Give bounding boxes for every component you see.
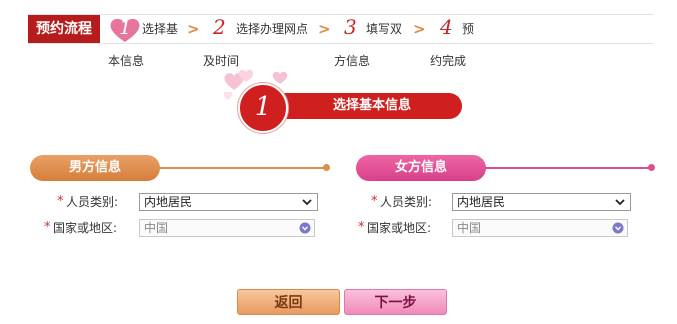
step-4-label-cont: 约完成 xyxy=(430,54,467,68)
chevron-down-icon xyxy=(615,199,625,206)
step-2-number: 2 xyxy=(213,15,226,39)
required-mark: * xyxy=(57,194,64,209)
female-person-type-value: 内地居民 xyxy=(457,195,506,209)
required-mark: * xyxy=(358,220,365,235)
step-arrow: > xyxy=(318,20,331,38)
male-person-type-value: 内地居民 xyxy=(144,195,193,209)
male-section-header: 男方信息 xyxy=(30,155,160,181)
male-person-type-select[interactable]: 内地居民 xyxy=(139,193,318,211)
female-region-label: 国家或地区: xyxy=(367,221,432,235)
female-header-dot xyxy=(648,164,655,171)
required-mark: * xyxy=(371,194,378,209)
male-region-label: 国家或地区: xyxy=(53,221,118,235)
step-1-number: 1 xyxy=(119,15,132,39)
step-banner-number: 1 xyxy=(238,83,288,133)
flow-title: 预约流程 xyxy=(28,15,100,43)
female-section-header: 女方信息 xyxy=(356,155,486,181)
next-step-button[interactable]: 下一步 xyxy=(344,289,447,315)
female-person-type-select[interactable]: 内地居民 xyxy=(452,193,631,211)
step-2-label: 选择办理网点 xyxy=(236,22,309,36)
male-header-line xyxy=(158,167,326,169)
dropdown-circle-icon xyxy=(612,222,624,234)
step-4-label: 预 xyxy=(462,22,475,36)
step-banner-title: 选择基本信息 xyxy=(262,93,462,119)
back-button[interactable]: 返回 xyxy=(237,289,340,315)
male-region-combo[interactable]: 中国 xyxy=(139,219,315,237)
step-3-number: 3 xyxy=(344,15,357,39)
step-3-label-cont: 方信息 xyxy=(334,54,371,68)
step-1-label: 选择基 xyxy=(142,22,179,36)
required-mark: * xyxy=(44,220,51,235)
male-person-type-label: 人员类别: xyxy=(66,195,119,209)
male-region-value: 中国 xyxy=(144,221,169,235)
female-header-line xyxy=(484,167,650,169)
step-arrow: > xyxy=(187,20,200,38)
step-4-number: 4 xyxy=(440,15,453,39)
chevron-down-icon xyxy=(302,199,312,206)
dropdown-circle-icon xyxy=(299,222,311,234)
female-region-combo[interactable]: 中国 xyxy=(452,219,628,237)
step-1-label-cont: 本信息 xyxy=(108,54,145,68)
female-region-value: 中国 xyxy=(457,221,482,235)
male-header-dot xyxy=(323,164,330,171)
step-arrow: > xyxy=(413,20,426,38)
female-person-type-label: 人员类别: xyxy=(380,195,433,209)
step-3-label: 填写双 xyxy=(366,22,403,36)
